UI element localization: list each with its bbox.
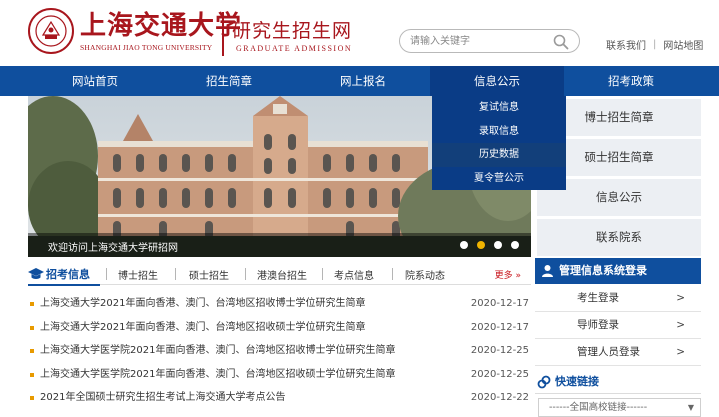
news-title: 上海交通大学2021年面向香港、澳门、台湾地区招收博士学位研究生简章 <box>40 298 366 309</box>
user-icon <box>542 265 553 277</box>
slide-dot[interactable] <box>460 241 468 249</box>
logo-title-en: SHANGHAI JIAO TONG UNIVERSITY <box>80 42 213 52</box>
slide-dot[interactable] <box>494 241 502 249</box>
site-header: 上海交通大学 SHANGHAI JIAO TONG UNIVERSITY 研究生… <box>0 0 719 66</box>
news-title: 上海交通大学医学院2021年面向香港、澳门、台湾地区招收硕士学位研究生简章 <box>40 368 396 380</box>
search-box <box>399 29 580 53</box>
info-disclosure-dropdown: 复试信息 录取信息 历史数据 夏令营公示 <box>432 96 566 190</box>
news-date: 2020-12-22 <box>470 392 529 403</box>
university-logo[interactable]: 上海交通大学 SHANGHAI JIAO TONG UNIVERSITY <box>28 8 242 54</box>
site-subtitle: GRADUATE ADMISSION <box>236 44 353 53</box>
bullet-icon <box>30 349 34 353</box>
active-tab-underline <box>28 284 100 286</box>
news-date: 2020-12-17 <box>470 321 529 333</box>
admin-login-label: 管理人员登录 <box>577 346 640 358</box>
university-seal-icon <box>28 8 74 54</box>
top-links: 联系我们 | 网站地图 <box>606 37 703 52</box>
news-tabs: 招考信息 博士招生 硕士招生 港澳台招生 考点信息 院系动态 更多 » <box>28 263 531 286</box>
bullet-icon <box>30 372 34 377</box>
university-links-select[interactable]: ------全国高校链接------ ▼ <box>538 398 701 417</box>
sidebar-item-contact-departments[interactable]: 联系院系 <box>537 219 701 256</box>
university-links-select-value: ------全国高校链接------ <box>549 402 648 413</box>
tab-separator <box>322 268 323 280</box>
management-login-header: 管理信息系统登录 <box>535 258 701 284</box>
dropdown-item-historical-data[interactable]: 历史数据 <box>432 143 566 167</box>
tab-master-admission[interactable]: 硕士招生 <box>189 267 229 282</box>
nav-item-info-disclosure[interactable]: 信息公示 <box>430 66 564 96</box>
tab-admission-info-label: 招考信息 <box>46 268 90 281</box>
link-icon <box>537 375 551 389</box>
bullet-icon <box>30 325 34 330</box>
search-input[interactable] <box>410 33 550 49</box>
contact-us-link[interactable]: 联系我们 <box>606 37 646 52</box>
slide-dot-active[interactable] <box>477 241 485 249</box>
news-date: 2020-12-25 <box>470 345 529 356</box>
slide-dot[interactable] <box>511 241 519 249</box>
chevron-right-icon: > <box>676 346 685 358</box>
nav-item-admission-brochure[interactable]: 招生简章 <box>162 66 296 96</box>
sitemap-link[interactable]: 网站地图 <box>663 37 703 52</box>
supervisor-login-link[interactable]: 导师登录 > <box>535 312 701 339</box>
main-nav: 网站首页 招生简章 网上报名 信息公示 招考政策 <box>0 66 719 96</box>
news-item[interactable]: 2021年全国硕士研究生招生考试上海交通大学考点公告 2020-12-22 <box>28 386 531 410</box>
news-date: 2020-12-25 <box>470 368 529 380</box>
student-login-label: 考生登录 <box>577 292 619 304</box>
news-title: 2021年全国硕士研究生招生考试上海交通大学考点公告 <box>40 392 286 403</box>
tab-exam-site-info[interactable]: 考点信息 <box>334 267 374 282</box>
search-icon[interactable] <box>553 34 569 50</box>
admin-login-link[interactable]: 管理人员登录 > <box>535 339 701 366</box>
news-item[interactable]: 上海交通大学医学院2021年面向香港、澳门、台湾地区招收博士学位研究生简章 20… <box>28 339 531 363</box>
nav-item-home[interactable]: 网站首页 <box>28 66 162 96</box>
logo-title-cn: 上海交通大学 <box>80 10 243 41</box>
chevron-down-icon: ▼ <box>687 403 694 412</box>
dropdown-item-retest-info[interactable]: 复试信息 <box>432 96 566 120</box>
news-title: 上海交通大学医学院2021年面向香港、澳门、台湾地区招收博士学位研究生简章 <box>40 345 396 356</box>
tab-hk-macau-taiwan[interactable]: 港澳台招生 <box>257 267 307 282</box>
logo-divider <box>222 12 224 56</box>
news-title: 上海交通大学2021年面向香港、澳门、台湾地区招收硕士学位研究生简章 <box>40 321 366 333</box>
news-item[interactable]: 上海交通大学2021年面向香港、澳门、台湾地区招收硕士学位研究生简章 2020-… <box>28 316 531 340</box>
banner-caption: 欢迎访问上海交通大学研招网 <box>48 243 178 254</box>
tab-admission-info[interactable]: 招考信息 <box>28 263 90 285</box>
tab-separator <box>392 268 393 280</box>
link-separator: | <box>653 39 657 50</box>
news-date: 2020-12-17 <box>470 298 529 309</box>
graduation-cap-icon <box>28 268 44 279</box>
news-list: 上海交通大学2021年面向香港、澳门、台湾地区招收博士学位研究生简章 2020-… <box>28 292 531 410</box>
student-login-link[interactable]: 考生登录 > <box>535 285 701 312</box>
bullet-icon <box>30 302 34 306</box>
supervisor-login-label: 导师登录 <box>577 319 619 331</box>
tab-phd-admission[interactable]: 博士招生 <box>118 267 158 282</box>
quick-links-header: 快速链接 <box>535 372 701 392</box>
news-item[interactable]: 上海交通大学2021年面向香港、澳门、台湾地区招收博士学位研究生简章 2020-… <box>28 292 531 316</box>
divider <box>535 393 701 394</box>
nav-item-online-registration[interactable]: 网上报名 <box>296 66 430 96</box>
tab-separator <box>106 268 107 280</box>
chevron-right-icon: > <box>676 319 685 331</box>
dropdown-item-admission-info[interactable]: 录取信息 <box>432 120 566 144</box>
dropdown-item-summer-camp[interactable]: 夏令营公示 <box>432 167 566 191</box>
site-title: 研究生招生网 <box>232 20 353 42</box>
tab-separator <box>245 268 246 280</box>
bullet-icon <box>30 396 34 400</box>
tab-department-news[interactable]: 院系动态 <box>405 267 445 282</box>
more-link[interactable]: 更多 » <box>495 268 521 281</box>
chevron-right-icon: > <box>676 292 685 304</box>
quick-links-title: 快速链接 <box>555 375 599 388</box>
banner-caption-bar: 欢迎访问上海交通大学研招网 <box>28 233 531 257</box>
management-login-list: 考生登录 > 导师登录 > 管理人员登录 > <box>535 285 701 366</box>
news-item[interactable]: 上海交通大学医学院2021年面向香港、澳门、台湾地区招收硕士学位研究生简章 20… <box>28 363 531 387</box>
slide-indicators <box>451 241 519 249</box>
tab-separator <box>175 268 176 280</box>
nav-item-admission-policy[interactable]: 招考政策 <box>564 66 698 96</box>
management-login-title: 管理信息系统登录 <box>559 264 647 277</box>
